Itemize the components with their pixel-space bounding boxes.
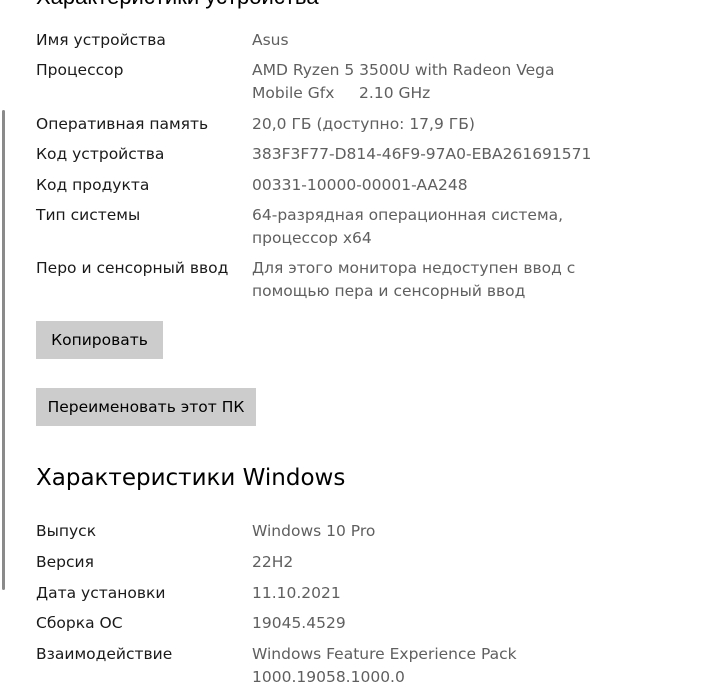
spec-label: Выпуск xyxy=(36,522,97,540)
spec-label: Сборка ОС xyxy=(36,614,123,632)
spec-value-line: 64-разрядная операционная система, xyxy=(252,206,564,224)
copy-button[interactable]: Копировать xyxy=(36,321,163,359)
spec-label: Имя устройства xyxy=(36,31,166,49)
scrollbar[interactable] xyxy=(0,0,7,700)
spec-label: Процессор xyxy=(36,61,124,79)
spec-row-ram: Оперативная память 20,0 ГБ (доступно: 17… xyxy=(36,113,696,136)
device-section-title: Характеристики устройства xyxy=(36,0,319,10)
spec-row-version: Версия 22H2 xyxy=(36,551,696,574)
spec-value: Windows 10 Pro xyxy=(252,522,376,540)
spec-label: Версия xyxy=(36,553,94,571)
spec-value: 22H2 xyxy=(252,553,294,571)
spec-row-install-date: Дата установки 11.10.2021 xyxy=(36,582,696,605)
spec-label: Код продукта xyxy=(36,176,150,194)
spec-label: Тип системы xyxy=(36,206,141,224)
spec-row-os-build: Сборка ОС 19045.4529 xyxy=(36,612,696,635)
spec-value: Windows Feature Experience Pack 1000.190… xyxy=(252,643,582,689)
spec-value: 64-разрядная операционная система, проце… xyxy=(252,204,582,250)
spec-value: 00331-10000-00001-AA248 xyxy=(252,176,468,194)
spec-value: AMD Ryzen 5 3500U with Radeon Vega Mobil… xyxy=(252,59,582,105)
spec-value: Для этого монитора недоступен ввод с пом… xyxy=(252,257,582,303)
spec-label: Взаимодействие xyxy=(36,645,173,663)
spec-value: 383F3F77-D814-46F9-97A0-EBA261691571 xyxy=(252,145,592,163)
spec-value: Asus xyxy=(252,31,289,49)
spec-value-line: процессор x64 xyxy=(252,229,372,247)
spec-value-line: AMD Ryzen 5 3500U with Radeon Vega xyxy=(252,61,555,79)
spec-label: Дата установки xyxy=(36,584,166,602)
spec-row-system-type: Тип системы 64-разрядная операционная си… xyxy=(36,204,696,250)
spec-row-device-id: Код устройства 383F3F77-D814-46F9-97A0-E… xyxy=(36,143,696,166)
spec-label: Код устройства xyxy=(36,145,165,163)
spec-value: 19045.4529 xyxy=(252,614,346,632)
windows-section-title: Характеристики Windows xyxy=(36,465,346,491)
spec-value-line: Windows Feature Experience Pack xyxy=(252,645,517,663)
spec-row-edition: Выпуск Windows 10 Pro xyxy=(36,520,696,543)
spec-value: 11.10.2021 xyxy=(252,584,341,602)
spec-row-device-name: Имя устройства Asus xyxy=(36,29,696,52)
spec-row-processor: Процессор AMD Ryzen 5 3500U with Radeon … xyxy=(36,59,696,105)
spec-row-product-id: Код продукта 00331-10000-00001-AA248 xyxy=(36,174,696,197)
spec-row-pen-touch: Перо и сенсорный ввод Для этого монитора… xyxy=(36,257,696,303)
rename-pc-button[interactable]: Переименовать этот ПК xyxy=(36,388,256,426)
spec-value-line: 1000.19058.1000.0 xyxy=(252,668,405,686)
spec-value-line: помощью пера и сенсорный ввод xyxy=(252,282,526,300)
spec-label: Оперативная память xyxy=(36,115,209,133)
spec-value-line: Для этого монитора недоступен ввод с xyxy=(252,259,576,277)
spec-value-line: Mobile Gfx 2.10 GHz xyxy=(252,84,431,102)
spec-label: Перо и сенсорный ввод xyxy=(36,259,229,277)
scrollbar-thumb[interactable] xyxy=(2,110,5,590)
spec-row-experience: Взаимодействие Windows Feature Experienc… xyxy=(36,643,696,689)
spec-value: 20,0 ГБ (доступно: 17,9 ГБ) xyxy=(252,115,475,133)
